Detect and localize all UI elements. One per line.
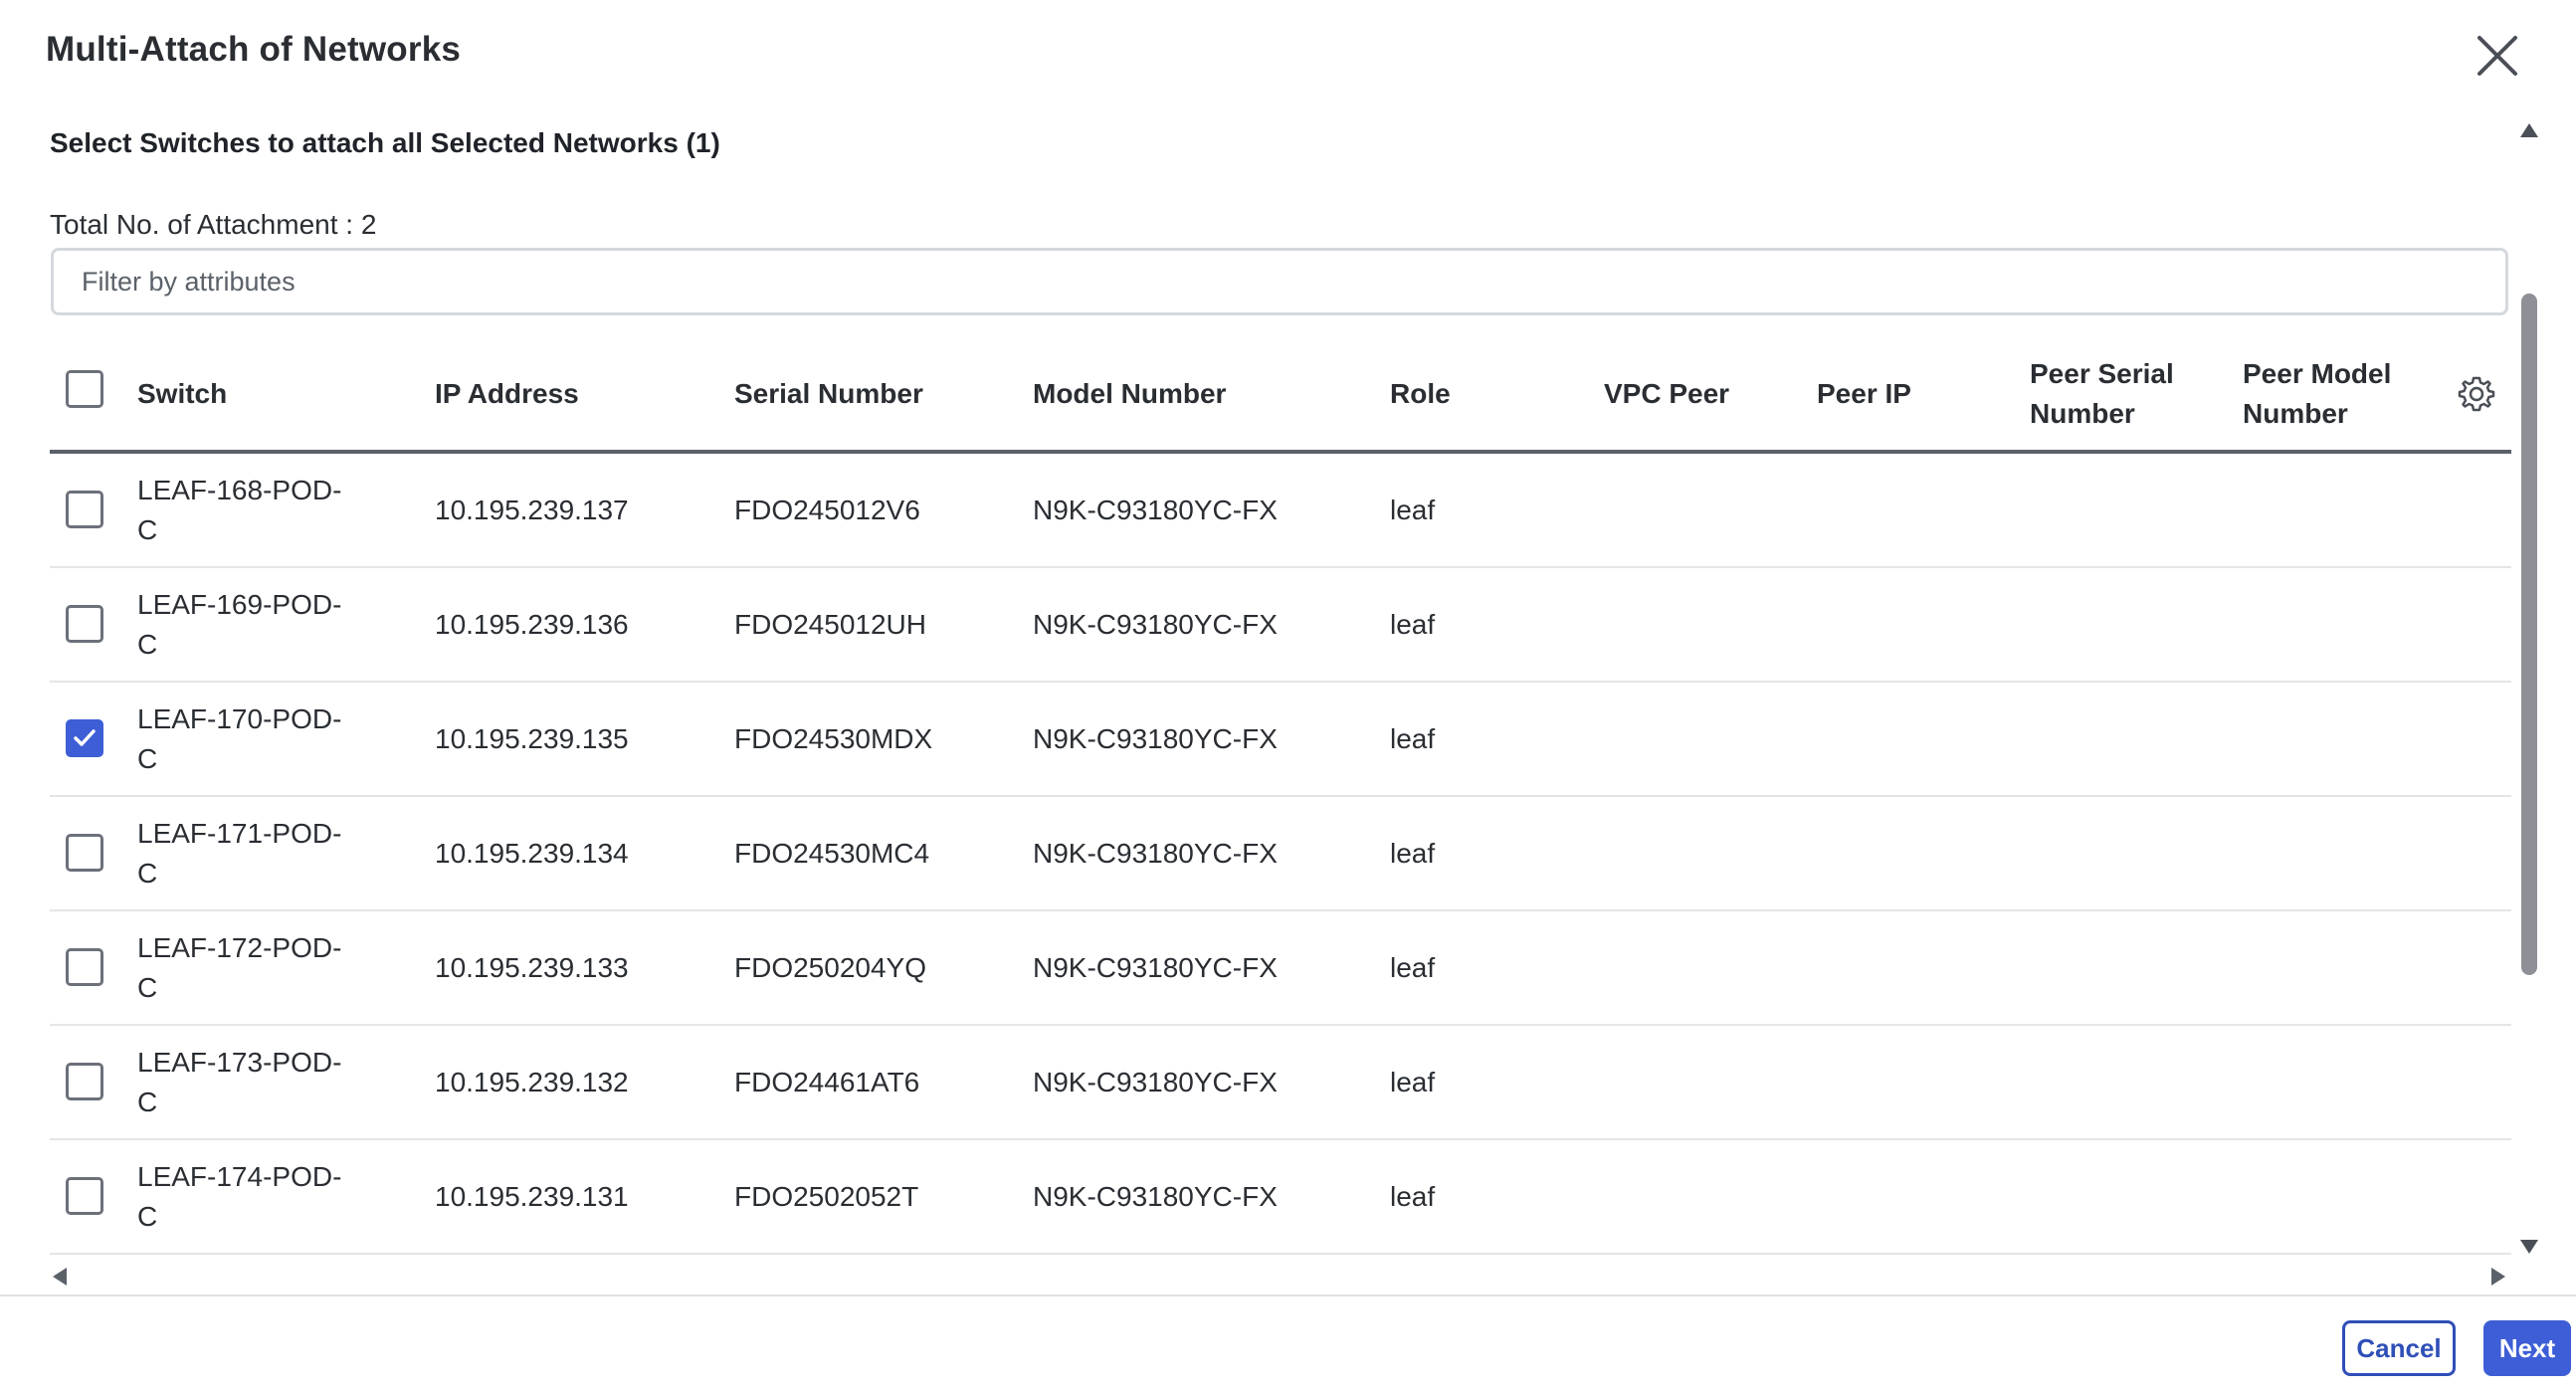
cell-role: leaf xyxy=(1390,722,1436,754)
checkmark-icon xyxy=(74,729,96,746)
cell-ip-address: 10.195.239.134 xyxy=(435,837,629,869)
cell-switch: LEAF-171-POD- C xyxy=(137,797,341,909)
filter-input[interactable] xyxy=(54,251,2505,312)
row-checkbox[interactable] xyxy=(66,719,103,757)
switch-name-line2: C xyxy=(137,857,158,889)
row-checkbox[interactable] xyxy=(66,1177,103,1215)
row-checkbox[interactable] xyxy=(66,834,103,872)
cell-switch: LEAF-169-POD- C xyxy=(137,568,341,681)
col-ip-address[interactable]: IP Address xyxy=(435,338,579,450)
cancel-button[interactable]: Cancel xyxy=(2342,1320,2456,1376)
cell-switch: LEAF-174-POD- C xyxy=(137,1140,341,1253)
cell-serial-number: FDO24461AT6 xyxy=(734,1066,920,1097)
switch-name-line2: C xyxy=(137,628,158,660)
multi-attach-dialog: Multi-Attach of Networks Select Switches… xyxy=(0,0,2576,1392)
scroll-down-arrow-icon[interactable] xyxy=(2520,1240,2538,1254)
table-row[interactable]: LEAF-168-POD- C 10.195.239.137 FDO245012V6 N… xyxy=(50,454,2511,568)
switch-table: Switch IP Address Serial Number Model Nu… xyxy=(50,338,2511,1255)
switch-name-line2: C xyxy=(137,513,158,545)
col-peer-model-line1: Peer Model xyxy=(2243,358,2392,389)
cell-ip-address: 10.195.239.131 xyxy=(435,1180,629,1212)
cell-switch: LEAF-173-POD- C xyxy=(137,1026,341,1138)
cell-serial-number: FDO250204YQ xyxy=(734,951,926,983)
cell-role: leaf xyxy=(1390,837,1436,869)
cell-ip-address: 10.195.239.137 xyxy=(435,494,629,525)
cell-model-number: N9K-C93180YC-FX xyxy=(1033,1180,1278,1212)
cell-model-number: N9K-C93180YC-FX xyxy=(1033,1066,1278,1097)
cell-role: leaf xyxy=(1390,1066,1436,1097)
cell-model-number: N9K-C93180YC-FX xyxy=(1033,951,1278,983)
scroll-left-arrow-icon[interactable] xyxy=(53,1268,67,1286)
row-checkbox[interactable] xyxy=(66,1063,103,1100)
switch-name-line1: LEAF-168-POD- xyxy=(137,474,342,505)
dialog-title: Multi-Attach of Networks xyxy=(46,30,462,69)
table-row[interactable]: LEAF-174-POD- C 10.195.239.131 FDO2502052T N… xyxy=(50,1140,2511,1255)
cell-serial-number: FDO24530MC4 xyxy=(734,837,930,869)
footer-divider xyxy=(0,1294,2576,1296)
col-peer-serial-number[interactable]: Peer Serial Number xyxy=(2030,338,2174,450)
col-role[interactable]: Role xyxy=(1390,338,1451,450)
switch-name-line1: LEAF-173-POD- xyxy=(137,1046,342,1078)
switch-name-line2: C xyxy=(137,1200,158,1232)
cell-serial-number: FDO24530MDX xyxy=(734,722,933,754)
cell-ip-address: 10.195.239.133 xyxy=(435,951,629,983)
col-vpc-peer[interactable]: VPC Peer xyxy=(1604,338,1729,450)
col-peer-model-number[interactable]: Peer Model Number xyxy=(2243,338,2391,450)
scroll-up-arrow-icon[interactable] xyxy=(2520,123,2538,137)
col-peer-model-line2: Number xyxy=(2243,398,2348,429)
cell-role: leaf xyxy=(1390,951,1436,983)
cell-ip-address: 10.195.239.132 xyxy=(435,1066,629,1097)
cell-model-number: N9K-C93180YC-FX xyxy=(1033,494,1278,525)
switch-name-line2: C xyxy=(137,1086,158,1117)
close-icon[interactable] xyxy=(2468,26,2527,86)
cell-serial-number: FDO245012UH xyxy=(734,608,926,640)
switch-name-line2: C xyxy=(137,742,158,774)
switch-name-line2: C xyxy=(137,971,158,1003)
select-all-checkbox[interactable] xyxy=(66,370,103,408)
switch-name-line1: LEAF-171-POD- xyxy=(137,817,342,849)
row-checkbox[interactable] xyxy=(66,491,103,528)
table-header: Switch IP Address Serial Number Model Nu… xyxy=(50,338,2511,454)
cell-switch: LEAF-172-POD- C xyxy=(137,911,341,1024)
cell-model-number: N9K-C93180YC-FX xyxy=(1033,722,1278,754)
total-attachment-count: Total No. of Attachment : 2 xyxy=(50,209,377,240)
cell-role: leaf xyxy=(1390,494,1436,525)
next-button[interactable]: Next xyxy=(2483,1320,2571,1376)
col-switch[interactable]: Switch xyxy=(137,338,227,450)
switch-name-line1: LEAF-174-POD- xyxy=(137,1160,342,1192)
col-peer-serial-line1: Peer Serial xyxy=(2030,358,2174,389)
filter-box xyxy=(51,248,2508,315)
switch-name-line1: LEAF-172-POD- xyxy=(137,931,342,963)
scroll-right-arrow-icon[interactable] xyxy=(2491,1268,2505,1286)
cell-role: leaf xyxy=(1390,608,1436,640)
cell-serial-number: FDO2502052T xyxy=(734,1180,919,1212)
cell-model-number: N9K-C93180YC-FX xyxy=(1033,608,1278,640)
cell-serial-number: FDO245012V6 xyxy=(734,494,920,525)
col-model-number[interactable]: Model Number xyxy=(1033,338,1226,450)
table-body: LEAF-168-POD- C 10.195.239.137 FDO245012V6 N… xyxy=(50,454,2511,1255)
table-row[interactable]: LEAF-172-POD- C 10.195.239.133 FDO250204YQ N… xyxy=(50,911,2511,1026)
vertical-scroll-thumb[interactable] xyxy=(2521,294,2537,975)
switch-name-line1: LEAF-169-POD- xyxy=(137,588,342,620)
cell-ip-address: 10.195.239.135 xyxy=(435,722,629,754)
switch-name-line1: LEAF-170-POD- xyxy=(137,702,342,734)
cell-ip-address: 10.195.239.136 xyxy=(435,608,629,640)
cell-switch: LEAF-170-POD- C xyxy=(137,683,341,795)
row-checkbox[interactable] xyxy=(66,948,103,986)
gear-icon[interactable] xyxy=(2457,374,2496,414)
dialog-subtitle: Select Switches to attach all Selected N… xyxy=(50,127,720,158)
table-row[interactable]: LEAF-169-POD- C 10.195.239.136 FDO245012UH N… xyxy=(50,568,2511,683)
row-checkbox[interactable] xyxy=(66,605,103,643)
col-peer-ip[interactable]: Peer IP xyxy=(1817,338,1911,450)
table-row[interactable]: LEAF-170-POD- C 10.195.239.135 FDO24530MDX N… xyxy=(50,683,2511,797)
col-serial-number[interactable]: Serial Number xyxy=(734,338,923,450)
table-row[interactable]: LEAF-171-POD- C 10.195.239.134 FDO24530MC4 N… xyxy=(50,797,2511,911)
col-peer-serial-line2: Number xyxy=(2030,398,2135,429)
cell-model-number: N9K-C93180YC-FX xyxy=(1033,837,1278,869)
cell-switch: LEAF-168-POD- C xyxy=(137,454,341,566)
table-row[interactable]: LEAF-173-POD- C 10.195.239.132 FDO24461AT6 N… xyxy=(50,1026,2511,1140)
cell-role: leaf xyxy=(1390,1180,1436,1212)
